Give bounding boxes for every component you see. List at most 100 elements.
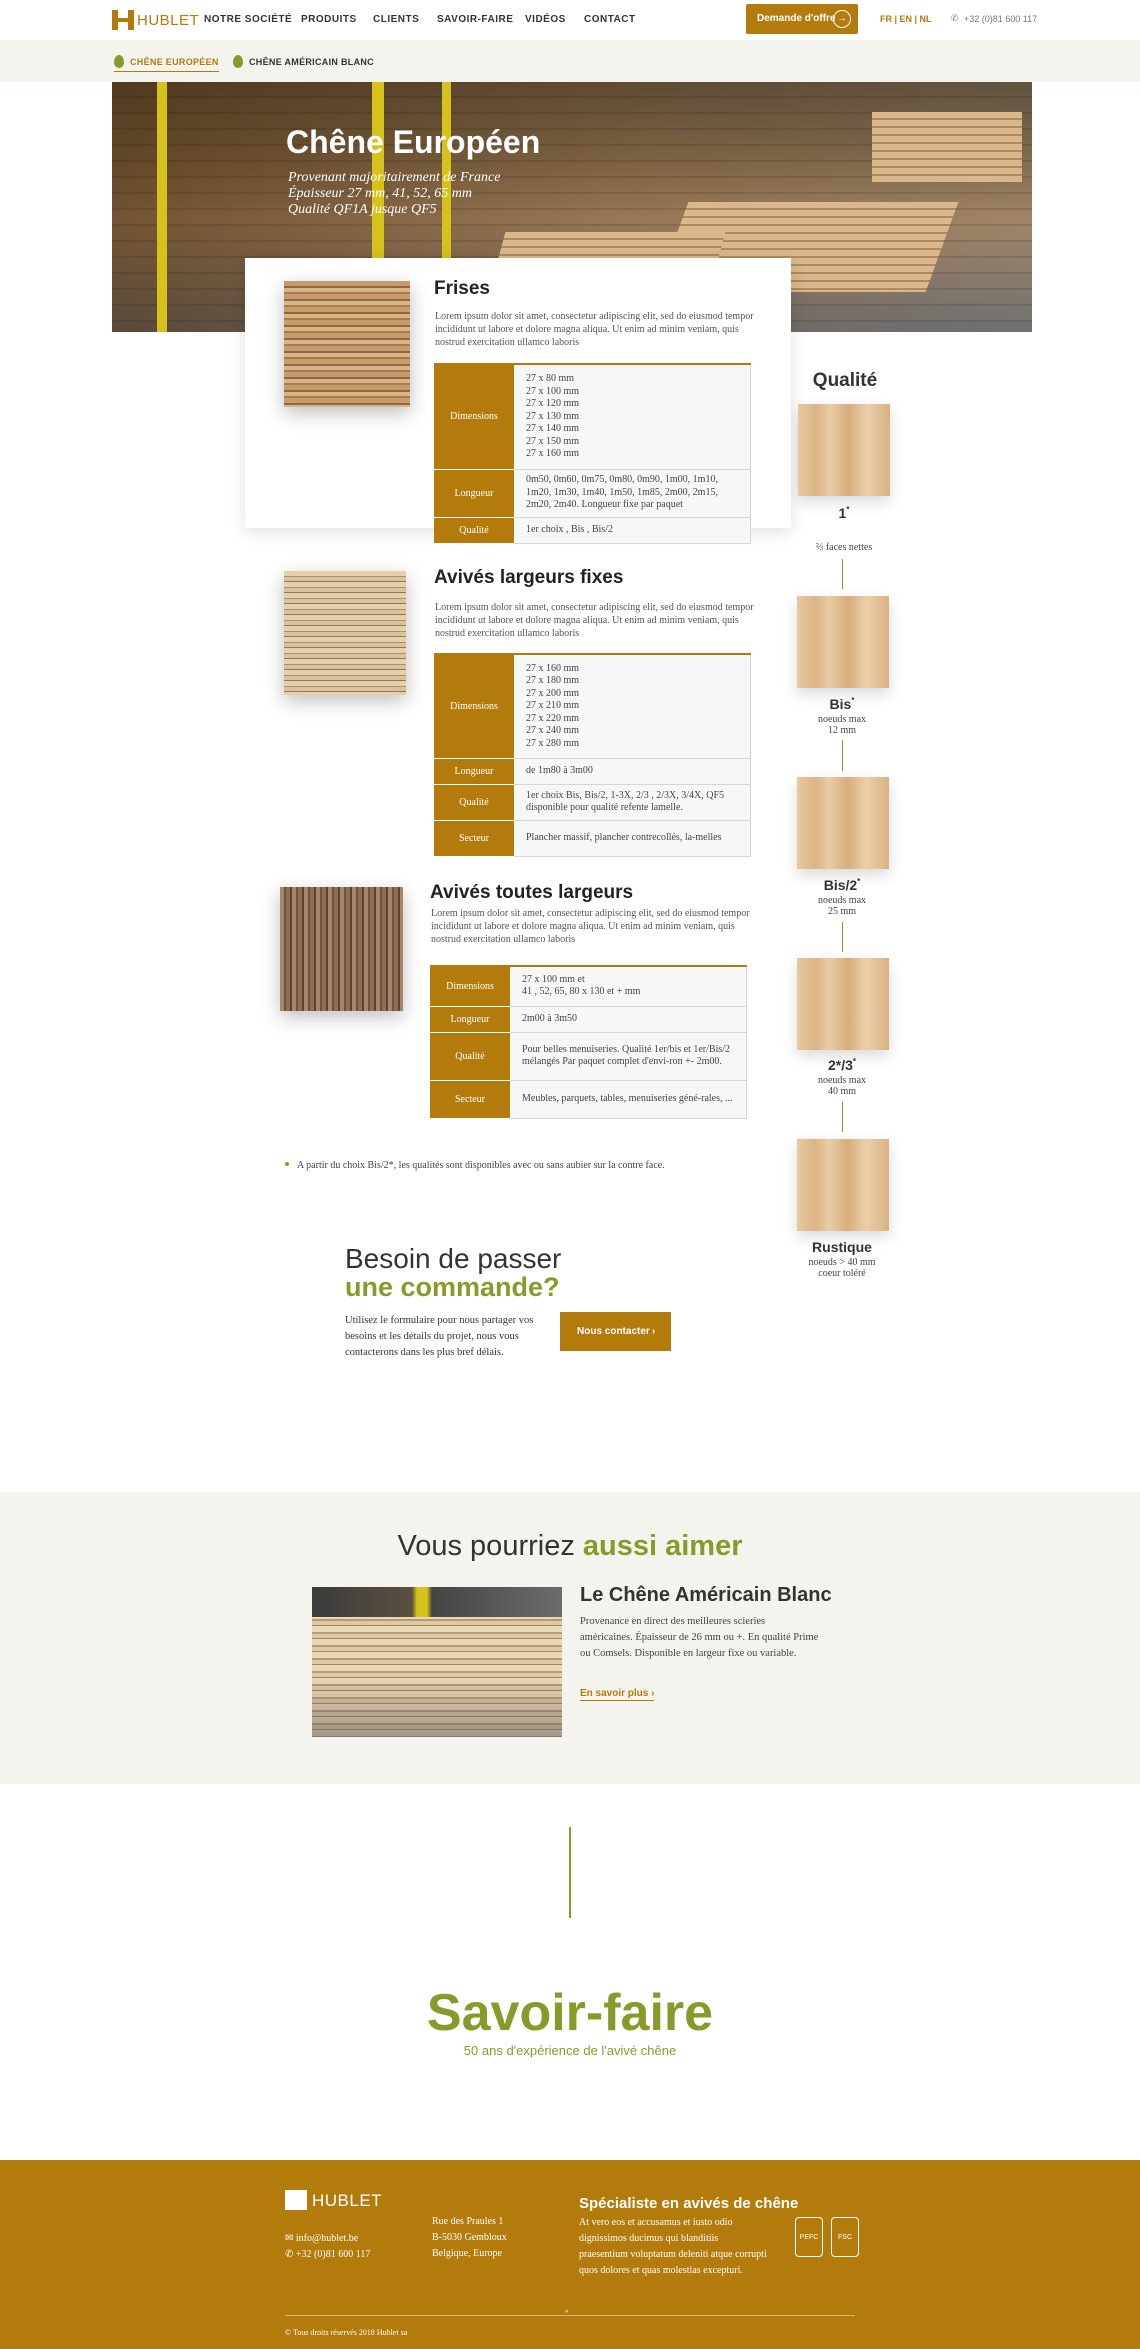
product-image-largeurs-fixes (284, 571, 406, 695)
top-navigation: HUBLET NOTRE SOCIÉTÉ PRODUITS ⌄ CLIENTS … (0, 0, 1140, 40)
quality-desc: ⅔ faces nettes (815, 542, 873, 553)
quality-desc: noeuds max 25 mm (817, 895, 867, 917)
subnav-item-chene-americain[interactable]: CHÊNE AMÉRICAIN BLANC (233, 55, 374, 68)
nav-item-savoir-faire[interactable]: SAVOIR-FAIRE (437, 14, 513, 25)
logo-text[interactable]: HUBLET (137, 12, 199, 29)
related-product-image[interactable] (312, 1587, 562, 1737)
bullet-icon (285, 1162, 289, 1166)
fsc-logo: FSC (831, 2217, 859, 2257)
related-product-description: Provenance en direct des meilleures scie… (580, 1616, 819, 1659)
subnav-label: CHÊNE AMÉRICAIN BLANC (249, 57, 374, 67)
spec-table: Dimensions 27 x 160 mm 27 x 180 mm 27 x 20… (434, 653, 751, 857)
nav-item-produits[interactable]: PRODUITS (301, 14, 357, 25)
mail-icon: ✉ (285, 2233, 296, 2244)
availability-note: A partir du choix Bis/2*, les qualités s… (285, 1160, 665, 1171)
spec-value: 27 x 160 mm 27 x 180 mm 27 x 200 mm 27 x 21… (514, 654, 751, 759)
footer-logo-text[interactable]: HUBLET (312, 2191, 382, 2211)
quality-title: Qualité (812, 370, 878, 391)
quality-connector (842, 740, 843, 771)
spec-label: Secteur (430, 1080, 510, 1119)
arrow-right-icon: → (833, 10, 851, 28)
spec-label: Dimensions (434, 364, 514, 470)
quality-connector (842, 922, 843, 952)
spec-value: 27 x 80 mm 27 x 100 mm 27 x 120 mm 27 x 130… (514, 364, 751, 470)
leaf-icon (233, 55, 243, 68)
product-description: Lorem ipsum dolor sit amet, consectetur … (435, 602, 754, 639)
savoir-faire-subtitle: 50 ans d'expérience de l'avivé chêne (463, 2043, 677, 2058)
footer-description: At vero eos et accusamus et iusto odio d… (579, 2217, 767, 2276)
quality-desc: noeuds max 12 mm (817, 714, 867, 736)
quality-name: 1* (838, 505, 850, 521)
hero-wood-stack (872, 112, 1022, 182)
product-subnav: CHÊNE EUROPÉEN CHÊNE AMÉRICAIN BLANC (0, 40, 1140, 82)
hero-line: Provenant majoritairement de France (288, 170, 501, 185)
page-title: Chêne Européen (286, 124, 541, 160)
quality-desc: noeuds max 40 mm (817, 1075, 867, 1097)
chevron-right-icon: › (652, 1326, 656, 1337)
footer: HUBLET ✉ info@hublet.be ✆ +32 (0)81 600 … (0, 2160, 1140, 2349)
nav-item-videos[interactable]: VIDÉOS (525, 14, 566, 25)
product-description: Lorem ipsum dolor sit amet, consectetur … (435, 311, 754, 348)
quality-image-rustique (797, 1139, 889, 1231)
related-products-section: Vous pourriez aussi aimer Le Chêne Améri… (0, 1492, 1140, 1784)
chevron-down-icon[interactable]: ⌄ (351, 13, 358, 22)
quality-name: Rustique (812, 1239, 872, 1255)
quality-image-bis2 (797, 777, 889, 869)
footer-address: Rue des Praules 1 B-5030 Gembloux Belgique… (432, 2216, 507, 2259)
copyright: © Tous droits réservés 2018 Hublet sa (285, 2328, 408, 2337)
hero-line: Qualité QF1A jusque QF5 (288, 202, 437, 217)
read-more-link[interactable]: En savoir plus › (580, 1688, 655, 1701)
leaf-icon (114, 55, 124, 68)
quality-image-1 (798, 404, 890, 496)
spec-label: Dimensions (430, 966, 510, 1007)
product-title: Frises (434, 278, 490, 299)
spec-value: de 1m80 à 3m00 (514, 758, 751, 785)
footer-heading: Spécialiste en avivés de chêne (579, 2195, 799, 2212)
spec-value: 27 x 100 mm et 41 , 52, 65, 80 x 130 et +… (510, 966, 747, 1007)
quality-image-bis (797, 596, 889, 688)
spec-value: 1er choix , Bis , Bis/2 (514, 517, 751, 544)
pefc-logo: PEFC (795, 2217, 823, 2257)
nav-item-clients[interactable]: CLIENTS (373, 14, 419, 25)
order-title-highlight: une commande? (345, 1272, 560, 1302)
footer-email[interactable]: ✉ info@hublet.be (285, 2231, 358, 2247)
savoir-faire-title[interactable]: Savoir-faire (0, 1983, 1140, 2043)
footer-phone[interactable]: ✆ +32 (0)81 600 117 (285, 2247, 370, 2263)
contact-button-label: Nous contacter (577, 1326, 650, 1337)
product-title: Avivés toutes largeurs (430, 882, 634, 903)
product-image-frises (284, 281, 410, 407)
related-product-title[interactable]: Le Chêne Américain Blanc (580, 1584, 832, 1607)
order-title: Besoin de passer (345, 1243, 562, 1274)
chevron-up-icon[interactable]: ^ (565, 2310, 568, 2317)
hero-line: Épaisseur 27 mm, 41, 52, 65 mm (288, 186, 472, 201)
hublet-logo-icon[interactable] (112, 10, 134, 30)
contact-button[interactable]: Nous contacter › (560, 1312, 671, 1351)
section-divider-line (569, 1827, 571, 1918)
spec-label: Longueur (434, 758, 514, 785)
language-switcher[interactable]: FR | EN | NL (880, 14, 932, 24)
spec-label: Qualité (430, 1032, 510, 1081)
quote-request-button[interactable]: Demande d'offre → (746, 4, 858, 34)
header-phone[interactable]: +32 (0)81 600 117 (964, 14, 1037, 24)
spec-value: 0m50, 0m60, 0m75, 0m80, 0m90, 1m00, 1m10… (514, 469, 751, 518)
subnav-label: CHÊNE EUROPÉEN (130, 57, 219, 67)
related-title: Vous pourriez aussi aimer (397, 1530, 743, 1562)
order-description: Utilisez le formulaire pour nous partage… (345, 1315, 534, 1358)
nav-item-societe[interactable]: NOTRE SOCIÉTÉ (204, 14, 292, 25)
spec-value: Plancher massif, plancher contrecollés, … (514, 820, 751, 857)
phone-icon: ✆ (951, 13, 959, 23)
spec-table: Dimensions 27 x 100 mm et 41 , 52, 65, 80… (430, 965, 747, 1119)
hublet-logo-icon[interactable] (285, 2190, 307, 2210)
spec-label: Dimensions (434, 654, 514, 759)
nav-item-contact[interactable]: CONTACT (584, 14, 636, 25)
subnav-item-chene-europeen[interactable]: CHÊNE EUROPÉEN (114, 55, 219, 72)
quality-name: Bis/2* (823, 877, 861, 893)
quality-desc: noeuds > 40 mm coeur toléré (808, 1257, 876, 1279)
quality-image-2-3 (797, 958, 889, 1050)
quality-connector (842, 1102, 843, 1132)
quality-name: 2*/3* (827, 1057, 857, 1073)
chevron-right-icon: › (651, 1688, 655, 1699)
hero-machine-post (157, 82, 167, 332)
phone-icon: ✆ (285, 2249, 296, 2260)
spec-label: Longueur (434, 469, 514, 518)
